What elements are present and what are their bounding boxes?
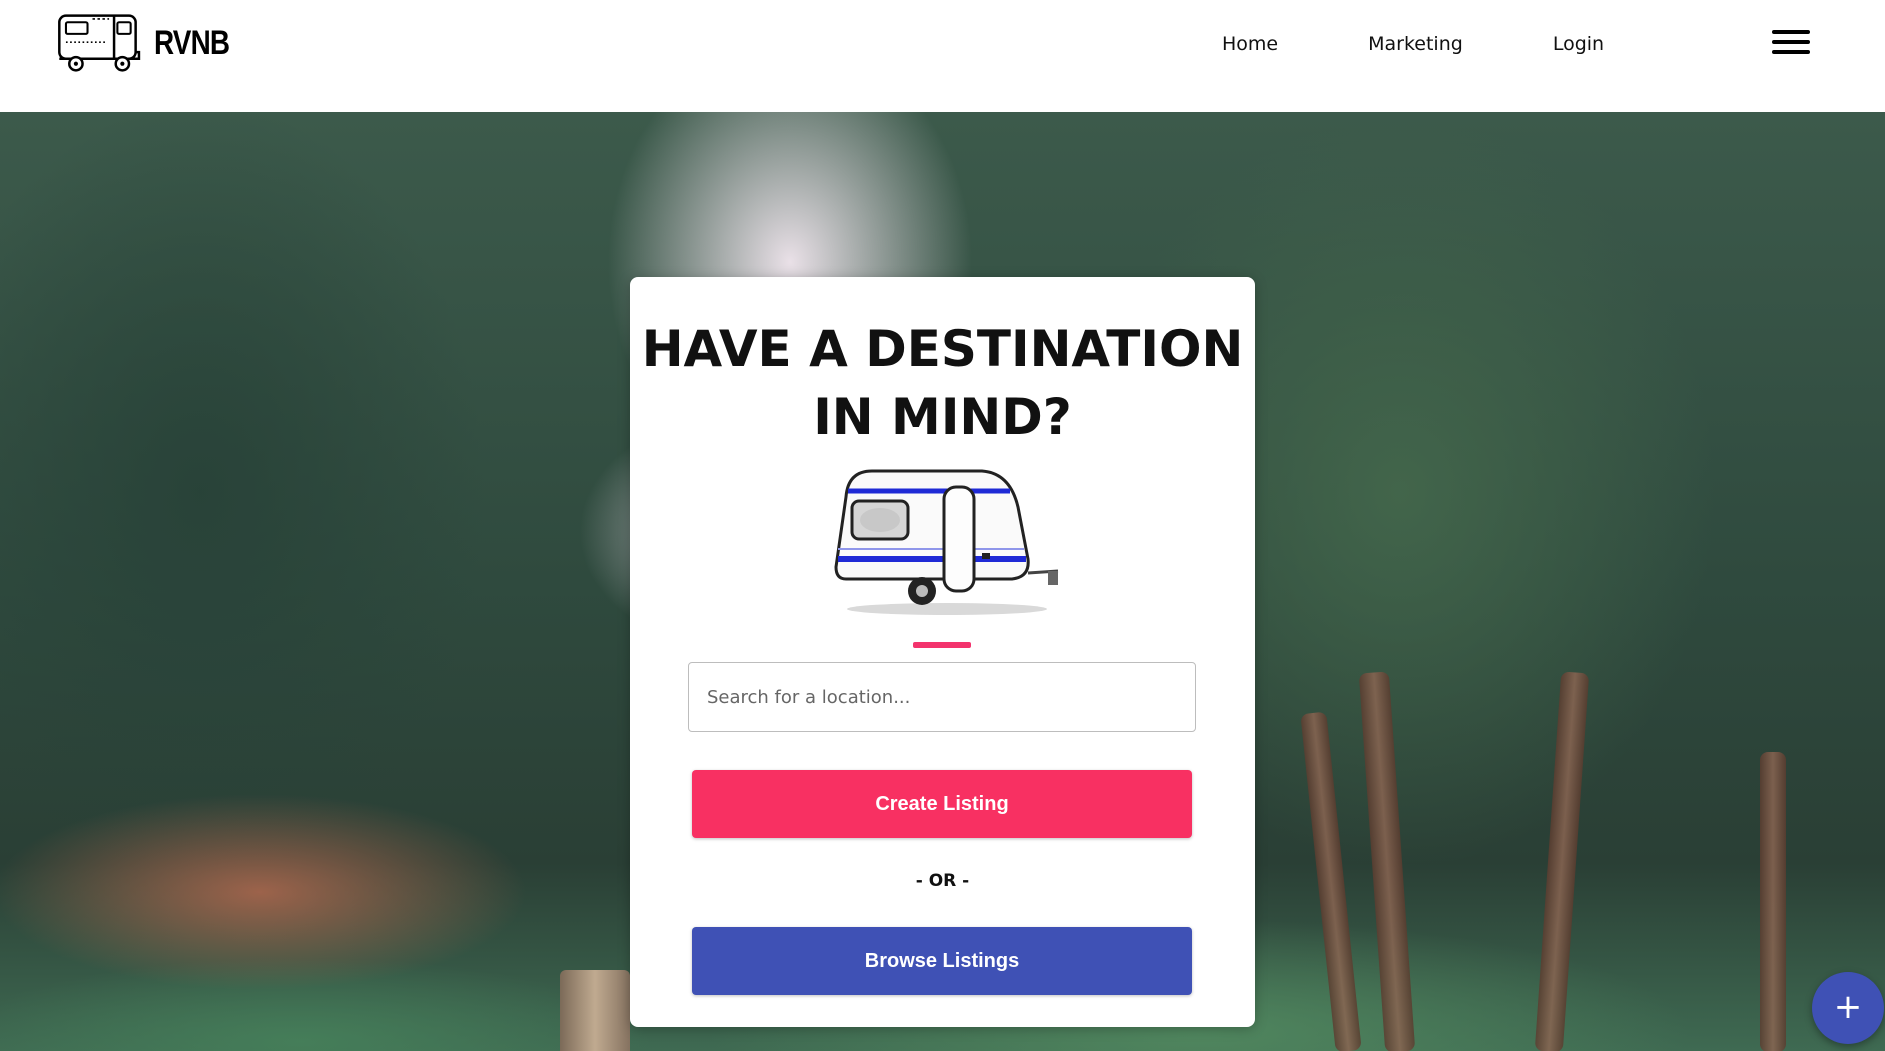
tree-trunk xyxy=(1358,671,1416,1051)
add-fab-button[interactable]: + xyxy=(1812,972,1884,1044)
create-listing-button[interactable]: Create Listing xyxy=(692,770,1192,838)
plus-icon: + xyxy=(1833,987,1863,1027)
tree-trunk xyxy=(1760,752,1786,1051)
brand-logo[interactable]: RVNB xyxy=(56,4,246,82)
hamburger-line xyxy=(1772,40,1810,44)
hamburger-line xyxy=(1772,30,1810,34)
main-nav: Home Marketing Login xyxy=(1200,30,1694,58)
camper-trailer-illustration xyxy=(834,469,1059,615)
destination-card: HAVE A DESTINATION IN MIND? Create Listi… xyxy=(630,277,1255,1027)
top-header: RVNB Home Marketing Login xyxy=(0,0,1885,112)
brand-name: RVNB xyxy=(154,23,230,62)
hamburger-menu-icon[interactable] xyxy=(1772,28,1810,56)
tree-trunk xyxy=(1534,671,1590,1051)
card-title: HAVE A DESTINATION IN MIND? xyxy=(641,320,1244,446)
location-search-input[interactable] xyxy=(688,662,1196,732)
browse-listings-button[interactable]: Browse Listings xyxy=(692,927,1192,995)
tree-stump xyxy=(560,970,630,1051)
rv-camper-icon xyxy=(58,14,141,72)
or-separator: - OR - xyxy=(915,871,970,891)
hamburger-line xyxy=(1772,50,1810,54)
accent-divider xyxy=(913,642,971,648)
tree-trunk xyxy=(1300,711,1362,1051)
nav-marketing[interactable]: Marketing xyxy=(1368,30,1463,58)
nav-home[interactable]: Home xyxy=(1222,30,1278,58)
nav-login[interactable]: Login xyxy=(1553,30,1604,58)
hero-background: HAVE A DESTINATION IN MIND? Create Listi… xyxy=(0,112,1885,1051)
